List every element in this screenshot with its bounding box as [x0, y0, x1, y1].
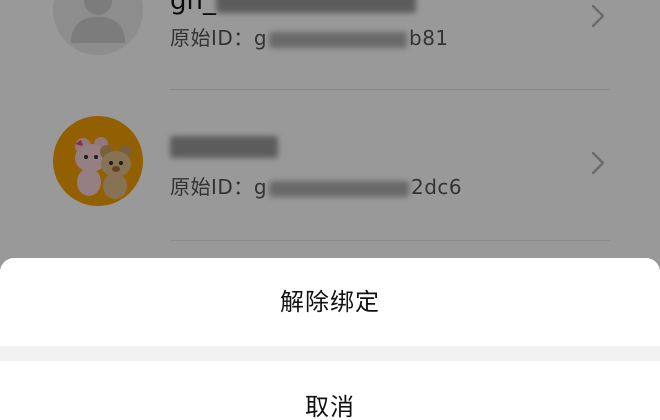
action-sheet: 解除绑定 取消: [0, 258, 660, 420]
unbind-button[interactable]: 解除绑定: [0, 258, 660, 346]
cancel-button[interactable]: 取消: [0, 361, 660, 420]
